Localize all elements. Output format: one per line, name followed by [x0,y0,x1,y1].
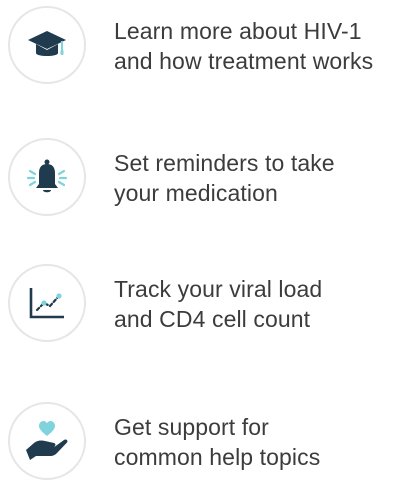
feature-line-1: Set reminders to take [114,150,335,176]
icon-circle [8,264,86,342]
feature-text: Set reminders to take your medication [114,148,418,208]
graduation-cap-icon [28,31,66,56]
feature-item-track: Track your viral load and CD4 cell count [8,264,418,344]
feature-item-reminders: Set reminders to take your medication [8,138,418,218]
feature-text: Track your viral load and CD4 cell count [114,274,418,334]
feature-text: Get support for common help topics [114,412,418,472]
feature-item-learn: Learn more about HIV-1 and how treatment… [8,6,418,86]
feature-line-2: and CD4 cell count [114,306,311,332]
line-chart-icon [29,288,64,319]
feature-line-1: Learn more about HIV-1 [114,18,362,44]
icon-circle [8,138,86,216]
feature-line-1: Get support for [114,414,269,440]
feature-item-support: Get support for common help topics [8,402,418,482]
icon-circle [8,6,86,84]
hand-heart-icon [26,421,68,460]
feature-line-2: common help topics [114,444,321,470]
feature-list: Learn more about HIV-1 and how treatment… [0,0,419,480]
feature-line-2: your medication [114,180,278,206]
feature-line-1: Track your viral load [114,276,323,302]
icon-circle [8,402,86,480]
bell-icon [26,159,68,193]
feature-text: Learn more about HIV-1 and how treatment… [114,16,418,76]
feature-line-2: and how treatment works [114,48,374,74]
